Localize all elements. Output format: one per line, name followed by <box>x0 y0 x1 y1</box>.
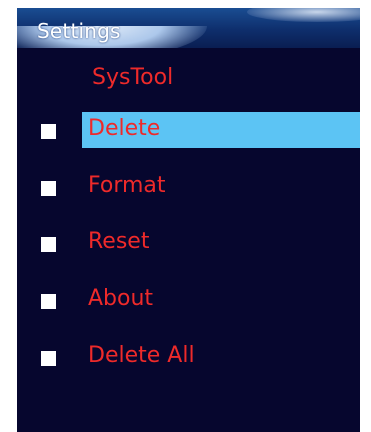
menu-item-reset[interactable]: Reset <box>17 225 360 261</box>
menu-item-delete[interactable]: Delete <box>17 112 360 148</box>
menu-item-label: Delete All <box>88 343 195 368</box>
menu-item-label: About <box>88 286 154 311</box>
menu-item-label: Delete <box>88 116 161 141</box>
square-bullet-icon <box>41 124 56 139</box>
menu-heading: SysTool <box>92 65 174 90</box>
settings-screen: Settings SysTool Delete Format Reset Abo… <box>17 8 360 432</box>
square-bullet-icon <box>41 351 56 366</box>
menu-item-about[interactable]: About <box>17 282 360 318</box>
title-bar-glare <box>247 8 360 22</box>
square-bullet-icon <box>41 237 56 252</box>
title-bar: Settings <box>17 8 360 48</box>
menu-item-format[interactable]: Format <box>17 169 360 205</box>
menu-item-label: Format <box>88 173 166 198</box>
square-bullet-icon <box>41 294 56 309</box>
square-bullet-icon <box>41 181 56 196</box>
screen-title: Settings <box>37 19 121 43</box>
menu-item-delete-all[interactable]: Delete All <box>17 339 360 375</box>
menu-item-label: Reset <box>88 229 150 254</box>
